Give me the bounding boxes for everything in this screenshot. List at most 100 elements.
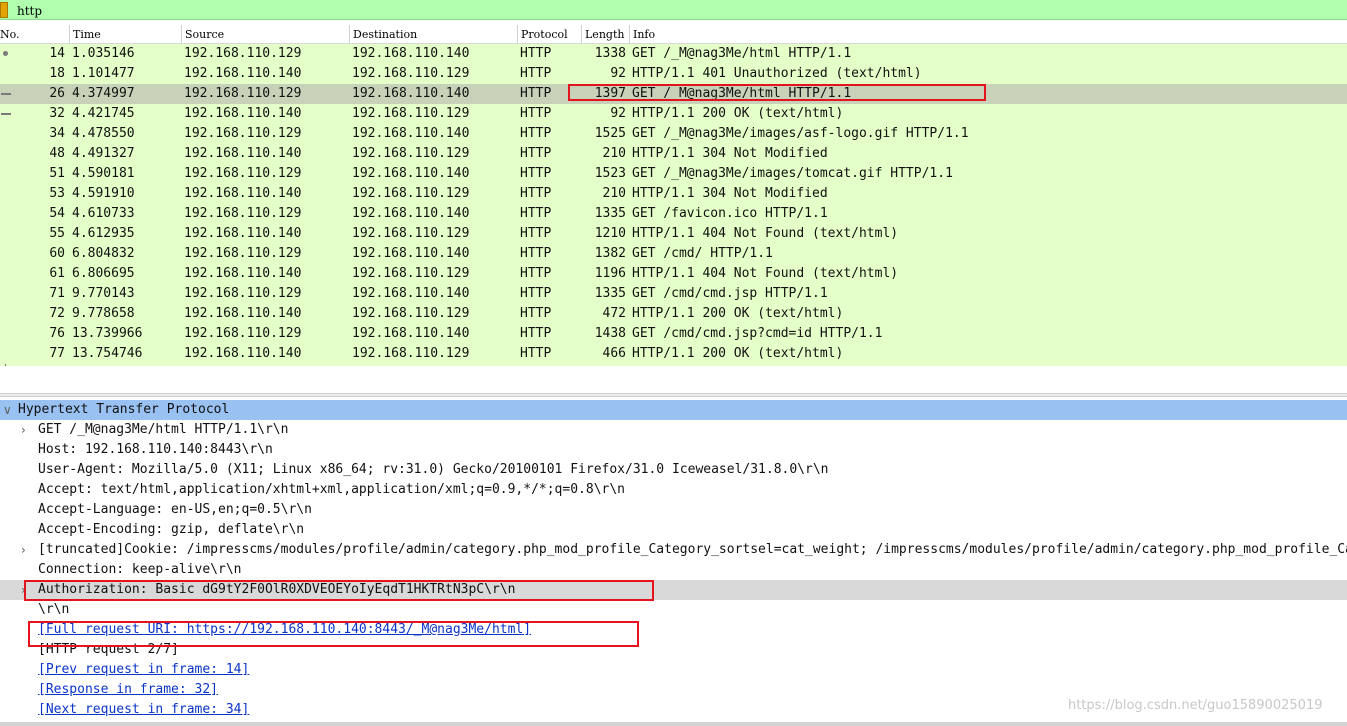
packet-row[interactable]: 53 4.591910 192.168.110.140 192.168.110.129… (0, 184, 1347, 204)
tree-link-label[interactable]: [Full request URI: https://192.168.110.1… (38, 620, 531, 640)
packet-destination: 192.168.110.140 (352, 246, 470, 261)
tree-item[interactable]: [HTTP request 2/7] (0, 640, 1347, 660)
column-header-length[interactable]: Length (582, 25, 630, 43)
packet-list[interactable]: 14 1.035146 192.168.110.129 192.168.110.140… (0, 44, 1347, 366)
chevron-right-icon[interactable]: › (21, 540, 26, 560)
tree-item-label: Accept-Language: en-US,en;q=0.5\r\n (38, 502, 312, 517)
tree-item[interactable]: User-Agent: Mozilla/5.0 (X11; Linux x86_… (0, 460, 1347, 480)
packet-info: HTTP/1.1 200 OK (text/html) (632, 346, 844, 361)
packet-destination: 192.168.110.129 (352, 346, 470, 361)
packet-source: 192.168.110.140 (184, 306, 302, 321)
column-header-protocol[interactable]: Protocol (518, 25, 582, 43)
tree-item[interactable]: \r\n (0, 600, 1347, 620)
packet-time: 4.591910 (72, 186, 135, 201)
packet-row[interactable]: 72 9.778658 192.168.110.140 192.168.110.129… (0, 304, 1347, 324)
tree-link-label[interactable]: [Prev request in frame: 14] (38, 660, 249, 680)
tree-link-item[interactable]: [Full request URI: https://192.168.110.1… (0, 620, 1347, 640)
packet-no: 71 (49, 286, 65, 301)
column-header-no[interactable]: No. (0, 25, 70, 43)
packet-destination: 192.168.110.140 (352, 86, 470, 101)
packet-info: GET /favicon.ico HTTP/1.1 (632, 206, 828, 221)
packet-length: 92 (610, 66, 626, 81)
tree-link-label[interactable]: [Next request in frame: 34] (38, 700, 249, 720)
tree-item[interactable]: › [truncated]Cookie: /impresscms/modules… (0, 540, 1347, 560)
packet-source: 192.168.110.129 (184, 126, 302, 141)
tree-item[interactable]: › Authorization: Basic dG9tY2F0OlR0XDVEOE… (0, 580, 1347, 600)
packet-protocol: HTTP (520, 66, 552, 81)
column-header-destination[interactable]: Destination (350, 25, 518, 43)
column-header-time[interactable]: Time (70, 25, 182, 43)
packet-length: 1335 (594, 286, 626, 301)
tree-item-label: Hypertext Transfer Protocol (18, 402, 230, 417)
tree-link-label[interactable]: [Response in frame: 32] (38, 680, 218, 700)
tree-link-item[interactable]: [Response in frame: 32] (0, 680, 1347, 700)
packet-length: 1397 (594, 86, 626, 101)
chevron-down-icon[interactable]: ∨ (3, 400, 12, 420)
pane-splitter[interactable] (0, 393, 1347, 397)
packet-destination: 192.168.110.140 (352, 326, 470, 341)
chevron-right-icon[interactable]: › (21, 580, 26, 600)
packet-row[interactable]: 55 4.612935 192.168.110.140 192.168.110.129… (0, 224, 1347, 244)
packet-protocol: HTTP (520, 226, 552, 241)
packet-destination: 192.168.110.140 (352, 166, 470, 181)
packet-row[interactable]: 34 4.478550 192.168.110.129 192.168.110.140… (0, 124, 1347, 144)
tree-item[interactable]: Host: 192.168.110.140:8443\r\n (0, 440, 1347, 460)
packet-length: 466 (602, 346, 626, 361)
packet-no: 26 (49, 86, 65, 101)
packet-row[interactable]: 51 4.590181 192.168.110.129 192.168.110.140… (0, 164, 1347, 184)
packet-info: HTTP/1.1 404 Not Found (text/html) (632, 266, 899, 281)
packet-destination: 192.168.110.129 (352, 306, 470, 321)
packet-info: GET /_M@nag3Me/images/tomcat.gif HTTP/1.… (632, 166, 953, 181)
packet-row[interactable]: 77 13.754746 192.168.110.140 192.168.110.12… (0, 344, 1347, 364)
packet-row[interactable]: 14 1.035146 192.168.110.129 192.168.110.140… (0, 44, 1347, 64)
packet-info: HTTP/1.1 200 OK (text/html) (632, 106, 844, 121)
related-packet-icon (1, 113, 11, 115)
packet-row[interactable]: 71 9.770143 192.168.110.129 192.168.110.140… (0, 284, 1347, 304)
packet-protocol: HTTP (520, 286, 552, 301)
chevron-right-icon[interactable]: › (21, 420, 26, 440)
tree-item[interactable]: Connection: keep-alive\r\n (0, 560, 1347, 580)
packet-time: 13.754746 (72, 346, 143, 361)
tree-item-label: [HTTP request 2/7] (38, 642, 179, 657)
packet-length: 1525 (594, 126, 626, 141)
tree-item[interactable]: Accept: text/html,application/xhtml+xml,… (0, 480, 1347, 500)
packet-protocol: HTTP (520, 126, 552, 141)
display-filter-input[interactable]: http (14, 0, 1347, 20)
watermark: https://blog.csdn.net/guo15890025019 (1068, 698, 1323, 713)
packet-row[interactable]: 60 6.804832 192.168.110.129 192.168.110.140… (0, 244, 1347, 264)
packet-row[interactable]: 26 4.374997 192.168.110.129 192.168.110.140… (0, 84, 1347, 104)
packet-row[interactable]: 61 6.806695 192.168.110.140 192.168.110.129… (0, 264, 1347, 284)
packet-row[interactable]: 32 4.421745 192.168.110.140 192.168.110.129… (0, 104, 1347, 124)
packet-row[interactable]: 54 4.610733 192.168.110.129 192.168.110.140… (0, 204, 1347, 224)
column-header-source[interactable]: Source (182, 25, 350, 43)
packet-row[interactable]: 18 1.101477 192.168.110.140 192.168.110.129… (0, 64, 1347, 84)
bookmark-icon[interactable] (0, 2, 8, 18)
packet-info: GET /cmd/cmd.jsp HTTP/1.1 (632, 286, 828, 301)
tree-item[interactable]: Accept-Language: en-US,en;q=0.5\r\n (0, 500, 1347, 520)
tree-item[interactable]: › GET /_M@nag3Me/html HTTP/1.1\r\n (0, 420, 1347, 440)
packet-protocol: HTTP (520, 186, 552, 201)
tree-item-label: User-Agent: Mozilla/5.0 (X11; Linux x86_… (38, 462, 829, 477)
packet-info: GET /_M@nag3Me/html HTTP/1.1 (632, 46, 852, 61)
packet-no: 77 (49, 346, 65, 361)
packet-details-pane[interactable]: ∨ Hypertext Transfer Protocol › GET /_M@nag… (0, 400, 1347, 726)
tree-item-label: Authorization: Basic dG9tY2F0OlR0XDVEOEY… (38, 582, 516, 597)
tree-item-http-protocol[interactable]: ∨ Hypertext Transfer Protocol (0, 400, 1347, 420)
packet-time: 6.806695 (72, 266, 135, 281)
packet-protocol: HTTP (520, 86, 552, 101)
packet-row[interactable]: 48 4.491327 192.168.110.140 192.168.110.129… (0, 144, 1347, 164)
display-filter-bar: http (0, 0, 1347, 20)
packet-no: 55 (49, 226, 65, 241)
tree-item[interactable]: Accept-Encoding: gzip, deflate\r\n (0, 520, 1347, 540)
packet-time: 1.035146 (72, 46, 135, 61)
tree-item-label: Accept-Encoding: gzip, deflate\r\n (38, 522, 305, 537)
column-header-info[interactable]: Info (630, 25, 1347, 43)
packet-no: 34 (49, 126, 65, 141)
packet-info: GET /_M@nag3Me/html HTTP/1.1 (632, 86, 852, 101)
packet-row[interactable]: 76 13.739966 192.168.110.129 192.168.110.14… (0, 324, 1347, 344)
packet-no: 72 (49, 306, 65, 321)
packet-source: 192.168.110.129 (184, 206, 302, 221)
tree-link-item[interactable]: [Prev request in frame: 14] (0, 660, 1347, 680)
packet-source: 192.168.110.140 (184, 146, 302, 161)
packet-source: 192.168.110.129 (184, 326, 302, 341)
